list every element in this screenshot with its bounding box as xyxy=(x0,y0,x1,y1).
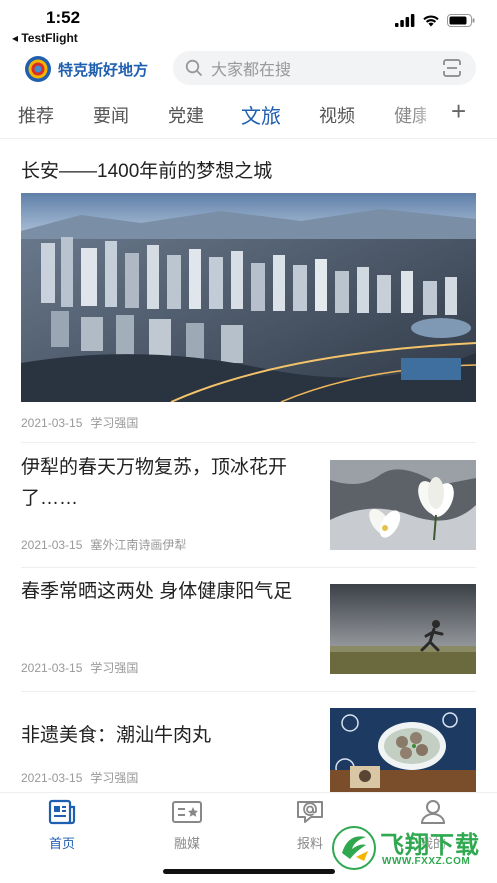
nav-home[interactable]: 首页 xyxy=(32,799,92,852)
user-icon xyxy=(420,800,446,824)
article-date: 2021-03-15 xyxy=(21,771,83,785)
tab-party[interactable]: 党建 xyxy=(168,102,204,128)
logo-emblem-icon xyxy=(25,56,51,82)
article-source: 学习强国 xyxy=(90,661,139,675)
tab-video[interactable]: 视频 xyxy=(319,102,355,128)
article-title[interactable]: 春季常晒这两处 身体健康阳气足 xyxy=(21,576,311,607)
nav-home-label: 首页 xyxy=(48,836,75,851)
news-icon xyxy=(48,799,76,825)
status-bar: 1:52 ◂ TestFlight xyxy=(0,0,497,46)
feature-article-image[interactable] xyxy=(21,193,476,402)
app-logo: 特克斯好地方 xyxy=(24,55,148,83)
report-icon xyxy=(297,801,323,823)
tab-news[interactable]: 要闻 xyxy=(93,102,129,128)
wifi-icon xyxy=(423,15,439,27)
site-watermark: 飞翔下载 WWW.FXXZ.COM xyxy=(330,823,490,873)
tab-fade xyxy=(412,96,442,136)
article-thumbnail[interactable] xyxy=(330,708,476,792)
meatball-image xyxy=(330,708,476,792)
article-title[interactable]: 非遗美食：潮汕牛肉丸 xyxy=(21,720,311,751)
article-meta: 2021-03-15 塞外江南诗画伊犁 xyxy=(21,536,186,553)
article-title[interactable]: 伊犁的春天万物复苏，顶冰花开了…… xyxy=(21,452,311,514)
battery-icon xyxy=(447,14,475,27)
nav-media[interactable]: 融媒 xyxy=(157,799,217,852)
article-meta: 2021-03-15 学习强国 xyxy=(21,659,138,676)
divider xyxy=(21,442,476,443)
feature-article-title[interactable]: 长安——1400年前的梦想之城 xyxy=(21,156,272,183)
app-name: 特克斯好地方 xyxy=(58,61,149,79)
runner-image xyxy=(330,584,476,674)
scan-icon[interactable] xyxy=(442,58,462,78)
feature-article-meta: 2021-03-15 学习强国 xyxy=(21,414,138,431)
tab-recommend[interactable]: 推荐 xyxy=(18,102,54,128)
article-thumbnail[interactable] xyxy=(330,460,476,550)
article-source: 塞外江南诗画伊犁 xyxy=(90,538,187,552)
article-thumbnail[interactable] xyxy=(330,584,476,674)
divider xyxy=(21,691,476,692)
search-input[interactable]: 大家都在搜 xyxy=(173,51,476,85)
divider xyxy=(0,138,497,139)
article-source: 学习强国 xyxy=(90,416,139,430)
article-date: 2021-03-15 xyxy=(21,416,83,430)
watermark-url: WWW.FXXZ.COM xyxy=(382,856,471,867)
article-date: 2021-03-15 xyxy=(21,538,83,552)
app-header: 特克斯好地方 大家都在搜 xyxy=(0,48,497,88)
home-indicator[interactable] xyxy=(163,869,335,874)
article-meta: 2021-03-15 学习强国 xyxy=(21,769,138,786)
search-placeholder: 大家都在搜 xyxy=(211,62,292,79)
nav-media-label: 融媒 xyxy=(173,836,200,851)
status-time: 1:52 xyxy=(46,8,81,27)
city-aerial-image xyxy=(21,193,476,402)
search-icon xyxy=(185,59,202,76)
flower-image xyxy=(330,460,476,550)
back-to-testflight-link[interactable]: ◂ TestFlight xyxy=(12,31,78,45)
watermark-text: 飞翔下载 xyxy=(380,832,480,859)
article-source: 学习强国 xyxy=(90,771,139,785)
channel-tabs: 推荐 要闻 党建 文旅 视频 健康 + xyxy=(0,96,497,136)
tab-culture-tourism[interactable]: 文旅 xyxy=(241,100,281,129)
divider xyxy=(21,567,476,568)
article-date: 2021-03-15 xyxy=(21,661,83,675)
status-icons xyxy=(395,14,475,27)
signal-icon xyxy=(395,14,415,27)
media-icon xyxy=(172,801,202,823)
add-channel-button[interactable]: + xyxy=(451,96,466,127)
